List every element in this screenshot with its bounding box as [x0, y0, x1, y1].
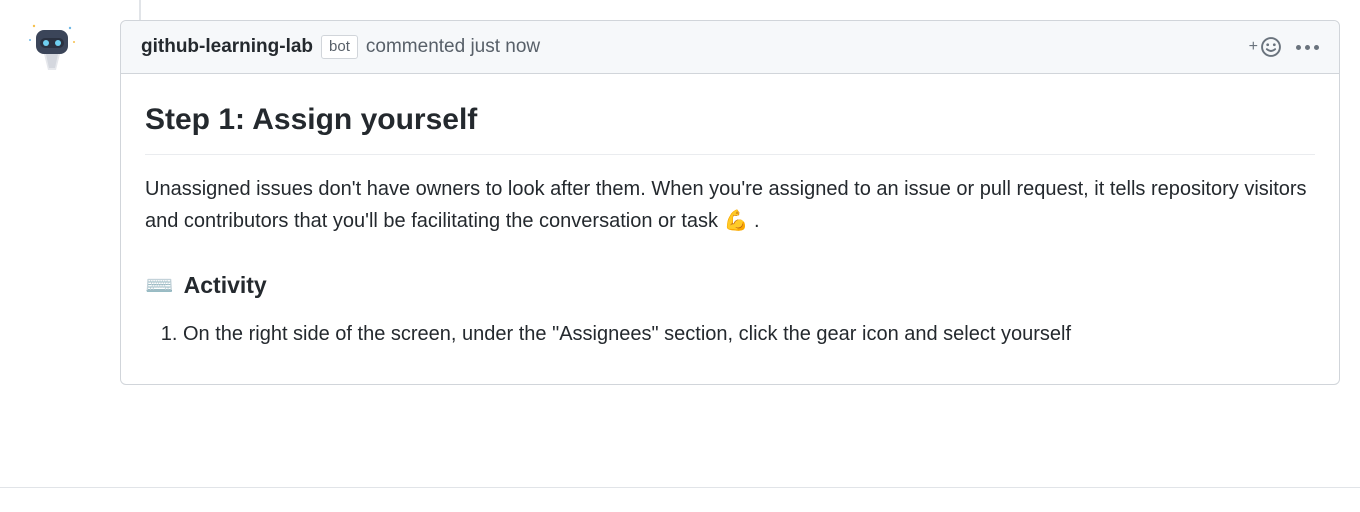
add-reaction-button[interactable]: +	[1249, 36, 1282, 58]
step-description: Unassigned issues don't have owners to l…	[145, 173, 1315, 237]
bot-avatar-icon	[24, 20, 80, 76]
smiley-icon	[1260, 36, 1282, 58]
list-item: On the right side of the screen, under t…	[183, 318, 1315, 350]
avatar[interactable]	[22, 20, 82, 80]
comment-container: github-learning-lab bot commented just n…	[120, 20, 1340, 385]
keyboard-icon: ⌨️	[145, 267, 174, 304]
plus-icon: +	[1249, 38, 1258, 56]
comment-body: Step 1: Assign yourself Unassigned issue…	[121, 74, 1339, 384]
comment-actions-menu[interactable]	[1296, 45, 1319, 50]
activity-label: Activity	[184, 267, 267, 304]
bot-badge: bot	[321, 35, 358, 59]
step-heading: Step 1: Assign yourself	[145, 96, 1315, 155]
horizontal-divider	[0, 487, 1360, 488]
comment-timestamp: commented just now	[366, 36, 540, 58]
comment-header: github-learning-lab bot commented just n…	[121, 21, 1339, 74]
activity-heading: ⌨️ Activity	[145, 267, 1315, 304]
comment-author[interactable]: github-learning-lab	[141, 36, 313, 58]
activity-steps-list: On the right side of the screen, under t…	[145, 318, 1315, 350]
